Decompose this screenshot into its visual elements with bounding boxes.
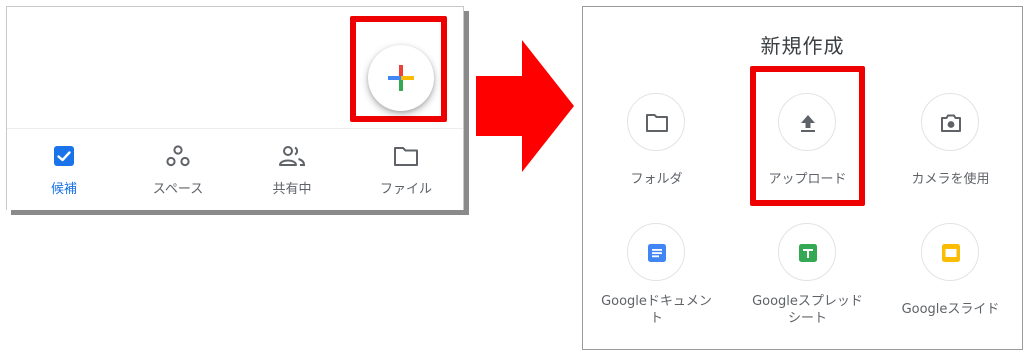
upload-icon <box>801 115 815 132</box>
google-docs-icon <box>648 244 666 262</box>
option-google-slides[interactable]: Googleスライド <box>877 223 1024 343</box>
option-label: フォルダ <box>630 172 683 187</box>
nav-item-shared[interactable]: 共有中 <box>235 129 349 210</box>
nav-item-label: ファイル <box>379 182 432 197</box>
nav-item-suggestions[interactable]: 候補 <box>7 129 121 210</box>
create-new-sheet: 新規作成 フォルダ アップロード カメラを使用 Googleドキュメント Goo… <box>582 6 1023 350</box>
option-folder[interactable]: フォルダ <box>583 93 730 193</box>
bottom-navigation: 候補 スペース 共有中 ファイル <box>7 128 463 210</box>
google-slides-icon <box>942 244 960 262</box>
nav-item-files[interactable]: ファイル <box>349 129 463 210</box>
option-label: カメラを使用 <box>911 172 990 187</box>
spaces-icon <box>166 145 190 167</box>
new-fab-button[interactable] <box>368 45 434 111</box>
google-sheets-icon <box>799 244 817 262</box>
folder-icon <box>394 147 418 166</box>
option-camera[interactable]: カメラを使用 <box>877 93 1024 193</box>
option-upload[interactable]: アップロード <box>734 93 881 193</box>
option-google-docs[interactable]: Googleドキュメント <box>583 223 730 343</box>
nav-item-label: 共有中 <box>272 182 312 197</box>
option-label: Googleドキュメント <box>601 294 712 326</box>
nav-item-spaces[interactable]: スペース <box>121 129 235 210</box>
plus-multicolor-icon <box>388 65 414 91</box>
option-google-sheets[interactable]: Googleスプレッドシート <box>734 223 881 343</box>
option-label: Googleスライド <box>901 302 1000 317</box>
right-arrow-icon <box>476 40 574 172</box>
check-square-icon <box>54 146 74 166</box>
drive-home-panel: 候補 スペース 共有中 ファイル <box>6 6 464 210</box>
people-icon <box>279 146 306 166</box>
nav-item-label: スペース <box>152 182 204 197</box>
folder-icon <box>646 114 668 132</box>
option-label: アップロード <box>768 172 847 187</box>
nav-item-label: 候補 <box>50 182 77 197</box>
camera-icon <box>941 114 961 132</box>
sheet-title: 新規作成 <box>760 34 845 58</box>
option-label: Googleスプレッドシート <box>752 294 863 326</box>
